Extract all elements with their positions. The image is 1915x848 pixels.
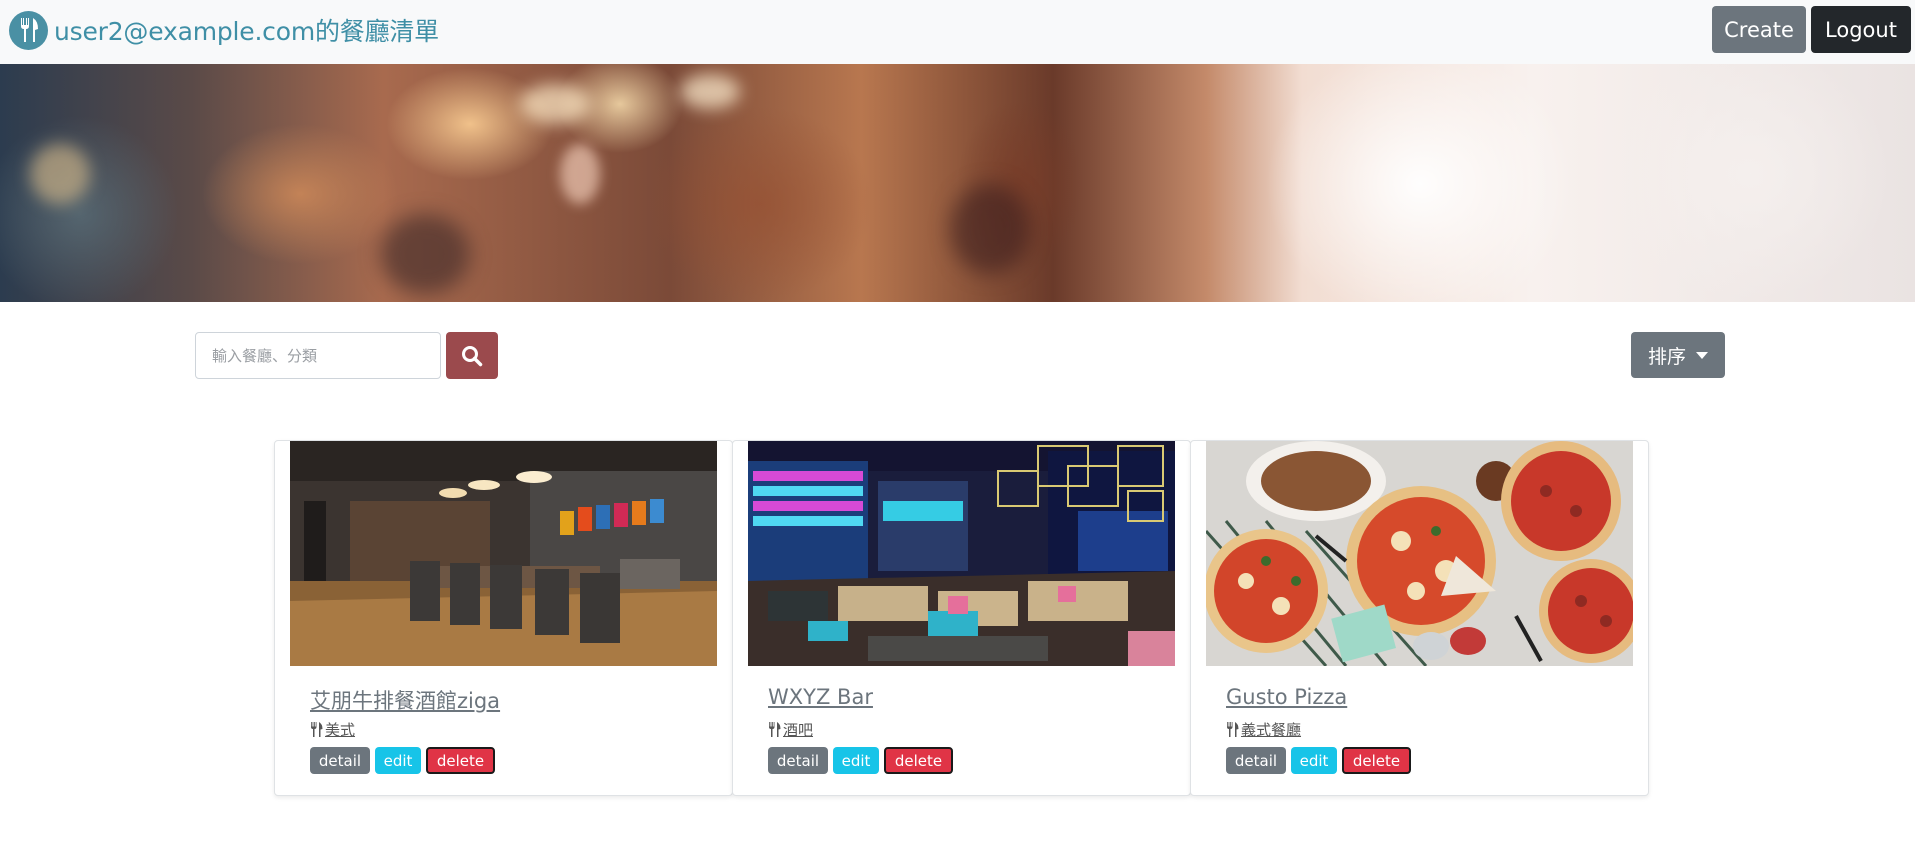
restaurant-card[interactable]: Gusto Pizza 義式餐廳 detail edit delete (1190, 440, 1649, 796)
delete-button[interactable]: delete (426, 747, 495, 774)
utensils-icon (311, 722, 323, 737)
card-actions: detail edit delete (1226, 747, 1416, 774)
edit-button[interactable]: edit (1291, 747, 1337, 774)
category-label: 酒吧 (783, 721, 814, 739)
delete-button[interactable]: delete (884, 747, 953, 774)
logout-button[interactable]: Logout (1811, 6, 1911, 53)
utensils-icon (769, 722, 781, 737)
edit-button[interactable]: edit (375, 747, 421, 774)
delete-button[interactable]: delete (1342, 747, 1411, 774)
utensils-icon (9, 10, 48, 50)
restaurant-category[interactable]: 義式餐廳 (1226, 719, 1301, 740)
restaurant-image (1206, 441, 1633, 666)
category-label: 美式 (325, 721, 356, 739)
restaurant-image (290, 441, 717, 666)
navbar: user2@example.com的餐廳清單 Create Logout (0, 0, 1915, 64)
utensils-icon (1227, 722, 1239, 737)
create-button[interactable]: Create (1712, 6, 1806, 53)
search-input[interactable] (195, 332, 441, 379)
card-actions: detail edit delete (768, 747, 958, 774)
restaurant-card[interactable]: 艾朋牛排餐酒館ziga 美式 detail edit delete (274, 440, 733, 796)
restaurant-name[interactable]: Gusto Pizza (1226, 685, 1347, 709)
brand-link[interactable]: user2@example.com的餐廳清單 (9, 10, 439, 50)
restaurant-name[interactable]: WXYZ Bar (768, 685, 873, 709)
hero-banner (0, 64, 1915, 302)
restaurant-image (748, 441, 1175, 666)
sort-label: 排序 (1647, 345, 1686, 368)
restaurant-card[interactable]: WXYZ Bar 酒吧 detail edit delete (732, 440, 1191, 796)
restaurant-category[interactable]: 酒吧 (768, 719, 813, 740)
search-icon (462, 345, 483, 366)
search-button[interactable] (446, 332, 498, 379)
detail-button[interactable]: detail (1226, 747, 1286, 774)
page-title: user2@example.com的餐廳清單 (54, 17, 439, 46)
detail-button[interactable]: detail (310, 747, 370, 774)
caret-down-icon (1696, 351, 1708, 359)
sort-dropdown-button[interactable]: 排序 (1631, 332, 1725, 378)
detail-button[interactable]: detail (768, 747, 828, 774)
card-actions: detail edit delete (310, 747, 500, 774)
restaurant-name[interactable]: 艾朋牛排餐酒館ziga (310, 685, 500, 715)
category-label: 義式餐廳 (1241, 721, 1302, 739)
edit-button[interactable]: edit (833, 747, 879, 774)
restaurant-category[interactable]: 美式 (310, 719, 355, 740)
